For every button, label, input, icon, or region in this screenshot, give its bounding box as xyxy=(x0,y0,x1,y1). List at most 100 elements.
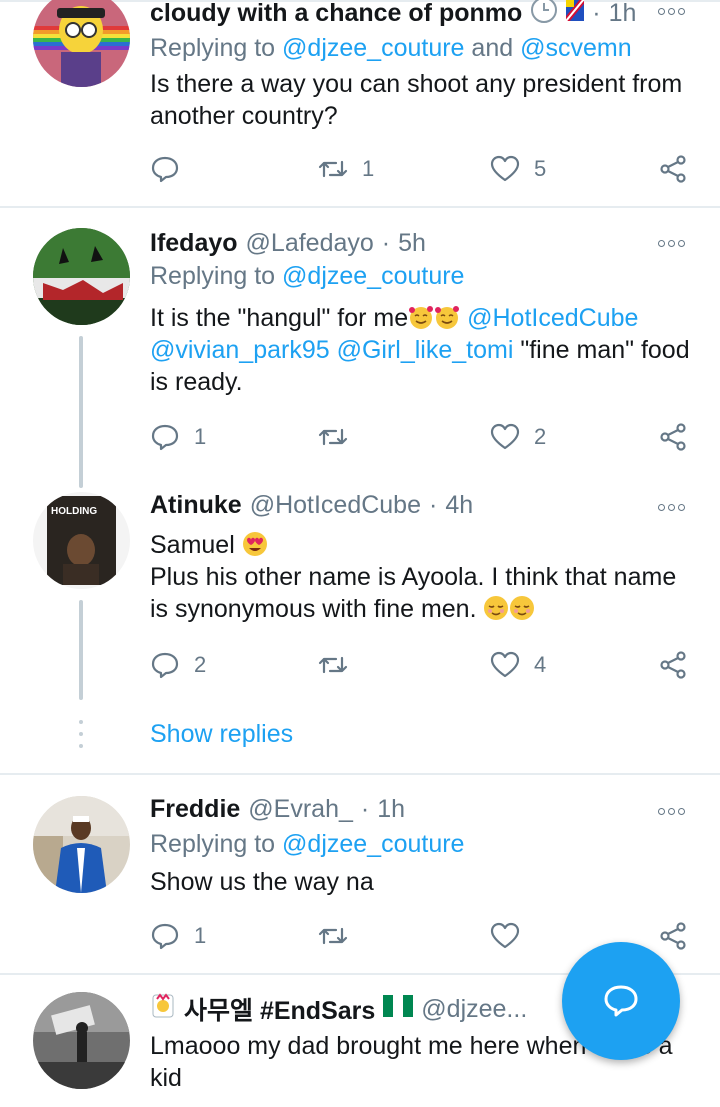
reply-button[interactable] xyxy=(150,152,194,186)
reply-count: 2 xyxy=(194,652,207,677)
flag-icon xyxy=(563,0,587,28)
author-handle[interactable]: @HotIcedCube xyxy=(250,491,421,520)
like-icon xyxy=(490,651,520,678)
author-handle[interactable]: @Evrah_ xyxy=(248,795,353,824)
replying-label: Replying to xyxy=(150,830,276,858)
tweet-time[interactable]: 1h xyxy=(609,0,637,28)
compose-reply-icon xyxy=(604,985,638,1017)
share-button[interactable] xyxy=(658,152,688,186)
reply-button[interactable]: 2 xyxy=(150,648,206,682)
tweet-divider xyxy=(0,773,720,775)
tweet-divider xyxy=(0,206,720,208)
more-icon[interactable] xyxy=(658,6,686,16)
replying-label: Replying to xyxy=(150,262,276,290)
replying-to: Replying to @djzee_couture xyxy=(150,262,464,291)
thread-dots xyxy=(79,720,83,750)
tweet-text: Show us the way na xyxy=(150,868,374,896)
tweet-text: It is the "hangul" for me @HotIcedCube @… xyxy=(150,302,695,398)
author-name[interactable]: cloudy with a chance of ponmo xyxy=(150,0,522,28)
retweet-button[interactable]: 1 xyxy=(318,152,374,186)
author-handle[interactable]: @Lafedayo xyxy=(246,229,374,258)
retweet-icon xyxy=(318,160,348,178)
like-button[interactable]: 2 xyxy=(490,420,546,454)
show-replies-link[interactable]: Show replies xyxy=(150,720,293,749)
tweet-actions: 1 2 xyxy=(150,420,695,454)
like-button[interactable]: 5 xyxy=(490,152,546,186)
like-button[interactable]: 4 xyxy=(490,648,546,682)
like-icon xyxy=(490,922,520,949)
author-name[interactable]: 사무엘 #EndSars xyxy=(184,991,375,1027)
more-icon[interactable] xyxy=(658,502,686,512)
share-icon xyxy=(660,651,686,679)
separator-dot: · xyxy=(381,228,391,257)
compose-reply-button[interactable] xyxy=(562,942,680,1060)
tweet-header: Freddie @Evrah_ · 1h xyxy=(150,792,405,826)
share-icon xyxy=(660,155,686,183)
mention-link[interactable]: @djzee_couture xyxy=(282,262,464,290)
retweet-button[interactable] xyxy=(318,648,362,682)
mention-link[interactable]: @vivian_park95 xyxy=(150,336,330,364)
relieved-face-emoji-icon xyxy=(484,596,509,620)
replying-joiner: and xyxy=(471,34,514,62)
tweet-header: Ifedayo @Lafedayo · 5h xyxy=(150,226,426,260)
avatar[interactable] xyxy=(33,796,130,893)
tweet-actions: 1 5 xyxy=(150,152,695,186)
mention-link[interactable]: @HotIcedCube xyxy=(467,304,638,332)
avatar[interactable] xyxy=(33,228,130,325)
more-icon[interactable] xyxy=(658,806,686,816)
mention-link[interactable]: @scvemn xyxy=(520,34,632,62)
reply-icon xyxy=(151,156,179,183)
mention-link[interactable]: @djzee_couture xyxy=(282,830,464,858)
tweet-time[interactable]: 5h xyxy=(398,229,426,258)
replying-label: Replying to xyxy=(150,34,276,62)
share-button[interactable] xyxy=(658,420,688,454)
share-button[interactable] xyxy=(658,919,688,953)
avatar[interactable] xyxy=(33,0,130,87)
replying-to: Replying to @djzee_couture xyxy=(150,830,464,859)
tweet-header: cloudy with a chance of ponmo · 1h xyxy=(150,0,636,30)
retweet-button[interactable] xyxy=(318,420,362,454)
share-button[interactable] xyxy=(658,648,688,682)
more-icon[interactable] xyxy=(658,238,686,248)
reply-button[interactable]: 1 xyxy=(150,420,206,454)
thread-line xyxy=(79,336,83,486)
retweet-button[interactable] xyxy=(318,919,362,953)
retweet-count: 1 xyxy=(362,156,375,181)
tweet-text: Samuel Plus his other name is Ayoola. I … xyxy=(150,529,695,625)
separator-dot: · xyxy=(592,0,601,27)
retweet-icon xyxy=(318,428,348,446)
retweet-icon xyxy=(318,656,348,674)
text-before: It is the "hangul" for me xyxy=(150,304,409,332)
tweet-header: 사무엘 #EndSars @djzee... xyxy=(150,992,527,1026)
reply-icon xyxy=(151,923,179,950)
like-count: 5 xyxy=(534,156,547,181)
thread-line xyxy=(79,600,83,700)
like-icon xyxy=(490,423,520,450)
relieved-face-emoji-icon xyxy=(510,596,535,620)
share-icon xyxy=(660,423,686,451)
like-count: 4 xyxy=(534,652,547,677)
avatar[interactable]: HOLDING xyxy=(33,492,130,589)
separator-dot: · xyxy=(429,490,438,519)
tweet-time[interactable]: 4h xyxy=(445,491,473,520)
tweet-time[interactable]: 1h xyxy=(377,795,405,824)
mention-link[interactable]: @Girl_like_tomi xyxy=(337,336,514,364)
author-name[interactable]: Atinuke xyxy=(150,491,242,520)
avatar[interactable] xyxy=(33,992,130,1089)
reply-count: 1 xyxy=(194,424,207,449)
author-name[interactable]: Ifedayo xyxy=(150,229,238,258)
tweet-text: Is there a way you can shoot any preside… xyxy=(150,70,683,130)
tweet-2[interactable]: Ifedayo @Lafedayo · 5h Replying to @djze… xyxy=(0,224,720,486)
avatar-text: HOLDING xyxy=(51,506,97,517)
like-icon xyxy=(490,155,520,182)
tweet-3[interactable]: HOLDING Atinuke @HotIcedCube · 4h Samuel… xyxy=(0,472,720,774)
author-name[interactable]: Freddie xyxy=(150,795,240,824)
reply-button[interactable]: 1 xyxy=(150,919,206,953)
tweet-1[interactable]: cloudy with a chance of ponmo · 1h Reply… xyxy=(0,0,720,208)
mention-link[interactable]: @djzee_couture xyxy=(282,34,464,62)
like-button[interactable] xyxy=(490,919,534,953)
replying-to: Replying to @djzee_couture and @scvemn xyxy=(150,34,632,63)
joker-emoji-icon xyxy=(150,992,176,1026)
nigeria-flag-icon xyxy=(383,994,414,1024)
author-handle[interactable]: @djzee... xyxy=(421,995,527,1024)
